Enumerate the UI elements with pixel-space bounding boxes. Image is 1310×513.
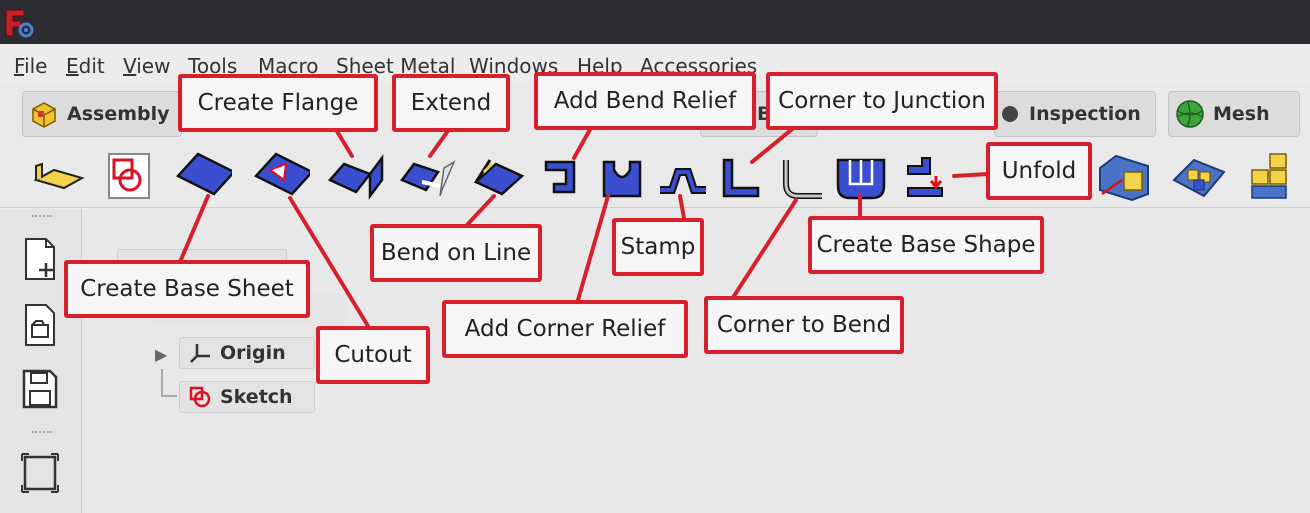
corner-to-junction-tool[interactable] [716,150,768,202]
callout-add-corner-relief: Add Corner Relief [442,300,688,358]
cutout-tool[interactable] [253,150,315,202]
bend-relief-icon [544,160,576,194]
corner-relief-icon [602,160,642,198]
unfold-tool[interactable] [898,150,950,202]
workbench-tab-inspection[interactable]: Inspection [994,91,1156,137]
create-base-shape-tool[interactable] [834,150,888,202]
menu-file[interactable]: File [14,54,47,78]
menu-view[interactable]: View [123,54,170,78]
tree-origin-label: Origin [220,342,286,364]
corner-bend-icon [783,160,822,199]
workbench-tab-label: Mesh [1213,103,1270,125]
callout-extend: Extend [392,74,510,132]
unfold-sketch-tool[interactable] [1096,150,1152,202]
sketch-icon [108,153,150,199]
stacked-parts-tool[interactable] [1244,150,1300,202]
junction-icon [722,158,760,198]
title-bar [0,0,1310,44]
tree-origin-node[interactable]: Origin [179,337,315,369]
bend-on-line-tool[interactable] [470,150,526,202]
callout-unfold: Unfold [986,142,1092,200]
extend-icon [400,160,456,197]
base-sheet-icon [175,152,237,196]
stamp-icon [660,168,706,194]
add-bend-relief-tool[interactable] [540,150,584,202]
workbench-tab-assembly[interactable]: Assembly [22,91,182,137]
unfold-3d-icon [1099,154,1149,202]
callout-cutout: Cutout [316,326,430,384]
open-document-icon[interactable] [20,303,60,347]
callout-add-bend-relief: Add Bend Relief [534,72,756,130]
stacked-parts-icon [1251,153,1287,199]
bend-on-line-icon [473,159,525,196]
add-corner-relief-tool[interactable] [600,150,644,202]
inspection-icon [1002,106,1018,122]
unfold-icon [907,157,943,197]
base-shape-icon [836,158,886,200]
toolbar-grip[interactable] [32,431,52,435]
mesh-icon [1176,100,1204,128]
fit-all-icon[interactable] [20,451,60,495]
create-flange-tool[interactable] [327,150,384,202]
corner-to-bend-tool[interactable] [776,150,828,202]
left-toolbar [0,209,82,513]
stamp-tool[interactable] [656,150,708,202]
tree-sketch-label: Sketch [220,386,293,408]
sketcher-profile-tool[interactable] [30,150,86,202]
parts-tool[interactable] [1170,150,1226,202]
freecad-logo-icon [5,9,34,38]
callout-create-base-shape: Create Base Shape [808,216,1044,274]
toolbar-grip[interactable] [32,215,52,219]
flange-icon [327,154,384,200]
sketch-tree-icon [189,386,211,408]
extend-tool[interactable] [400,150,456,202]
origin-icon [190,344,210,363]
tree-sketch-node[interactable]: Sketch [179,381,315,413]
callout-create-base-sheet: Create Base Sheet [64,260,310,318]
tree-branch-line [161,369,177,397]
create-base-sheet-tool[interactable] [175,150,237,202]
workbench-tab-label: Inspection [1029,103,1141,125]
workbench-tab-label: Assembly [67,103,170,125]
menu-edit[interactable]: Edit [66,54,105,78]
new-sketch-tool[interactable] [102,150,158,202]
sheet-metal-toolbar [0,144,1310,208]
callout-corner-to-bend: Corner to Bend [704,296,904,354]
callout-stamp: Stamp [612,218,704,276]
callout-corner-to-junction: Corner to Junction [766,72,998,130]
save-icon[interactable] [20,367,60,411]
assembly-icon [32,102,56,128]
profile-icon [33,162,85,190]
parts-icon [1172,158,1226,198]
new-document-icon[interactable] [20,237,60,281]
callout-create-flange: Create Flange [178,74,378,132]
cutout-icon [253,152,315,196]
callout-bend-on-line: Bend on Line [370,224,542,282]
expand-arrow-icon[interactable]: ▶ [155,345,167,364]
workbench-tab-mesh[interactable]: Mesh [1168,91,1300,137]
